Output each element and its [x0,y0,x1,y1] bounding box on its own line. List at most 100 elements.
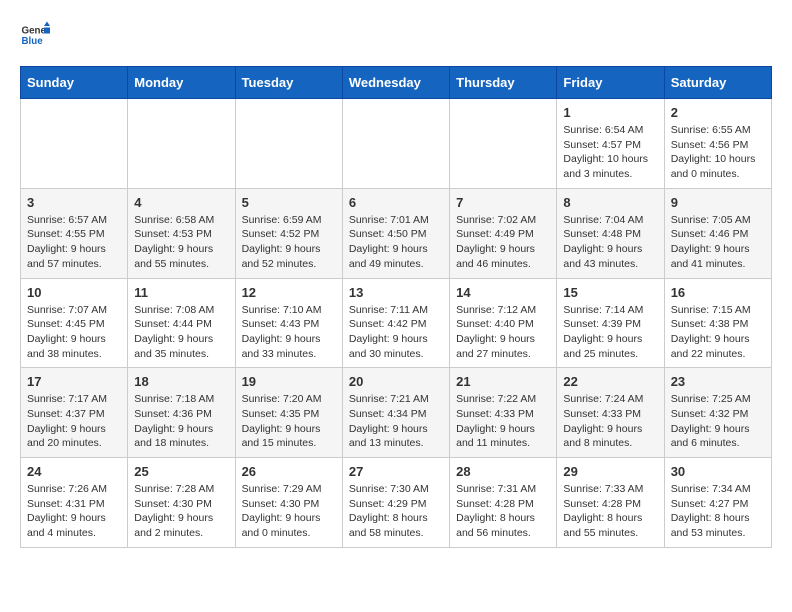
day-info: Sunrise: 6:59 AM Sunset: 4:52 PM Dayligh… [242,213,336,272]
day-info: Sunrise: 7:14 AM Sunset: 4:39 PM Dayligh… [563,303,657,362]
day-info: Sunrise: 7:12 AM Sunset: 4:40 PM Dayligh… [456,303,550,362]
day-number: 16 [671,285,765,300]
day-number: 29 [563,464,657,479]
day-info: Sunrise: 7:04 AM Sunset: 4:48 PM Dayligh… [563,213,657,272]
calendar-cell: 22 Sunrise: 7:24 AM Sunset: 4:33 PM Dayli… [557,368,664,458]
calendar-cell: 7 Sunrise: 7:02 AM Sunset: 4:49 PM Daylig… [450,188,557,278]
day-number: 14 [456,285,550,300]
day-info: Sunrise: 7:21 AM Sunset: 4:34 PM Dayligh… [349,392,443,451]
page-header: General Blue [20,20,772,50]
calendar-cell: 27 Sunrise: 7:30 AM Sunset: 4:29 PM Dayli… [342,458,449,548]
svg-text:Blue: Blue [22,36,44,47]
calendar-cell: 21 Sunrise: 7:22 AM Sunset: 4:33 PM Dayli… [450,368,557,458]
day-number: 15 [563,285,657,300]
calendar-cell: 2 Sunrise: 6:55 AM Sunset: 4:56 PM Daylig… [664,99,771,189]
calendar-cell: 30Sunrise: 7:34 AM Sunset: 4:27 PM Dayli… [664,458,771,548]
day-number: 19 [242,374,336,389]
day-number: 1 [563,105,657,120]
calendar-cell: 28 Sunrise: 7:31 AM Sunset: 4:28 PM Dayli… [450,458,557,548]
day-info: Sunrise: 7:10 AM Sunset: 4:43 PM Dayligh… [242,303,336,362]
day-number: 11 [134,285,228,300]
day-info: Sunrise: 7:24 AM Sunset: 4:33 PM Dayligh… [563,392,657,451]
day-info: Sunrise: 6:57 AM Sunset: 4:55 PM Dayligh… [27,213,121,272]
day-number: 8 [563,195,657,210]
calendar-cell [450,99,557,189]
day-info: Sunrise: 7:07 AM Sunset: 4:45 PM Dayligh… [27,303,121,362]
calendar-header-row: SundayMondayTuesdayWednesdayThursdayFrid… [21,67,772,99]
day-info: Sunrise: 7:15 AM Sunset: 4:38 PM Dayligh… [671,303,765,362]
calendar-cell: 17 Sunrise: 7:17 AM Sunset: 4:37 PM Dayli… [21,368,128,458]
day-info: Sunrise: 7:02 AM Sunset: 4:49 PM Dayligh… [456,213,550,272]
calendar-cell: 10 Sunrise: 7:07 AM Sunset: 4:45 PM Dayli… [21,278,128,368]
day-number: 22 [563,374,657,389]
day-info: Sunrise: 7:11 AM Sunset: 4:42 PM Dayligh… [349,303,443,362]
day-info: Sunrise: 7:31 AM Sunset: 4:28 PM Dayligh… [456,482,550,541]
day-number: 18 [134,374,228,389]
calendar-cell [342,99,449,189]
calendar-week-row: 10 Sunrise: 7:07 AM Sunset: 4:45 PM Dayli… [21,278,772,368]
calendar-cell: 12 Sunrise: 7:10 AM Sunset: 4:43 PM Dayli… [235,278,342,368]
day-number: 27 [349,464,443,479]
day-number: 6 [349,195,443,210]
day-info: Sunrise: 7:08 AM Sunset: 4:44 PM Dayligh… [134,303,228,362]
calendar-cell: 20 Sunrise: 7:21 AM Sunset: 4:34 PM Dayli… [342,368,449,458]
day-info: Sunrise: 7:01 AM Sunset: 4:50 PM Dayligh… [349,213,443,272]
day-number: 25 [134,464,228,479]
day-number: 4 [134,195,228,210]
calendar-week-row: 3 Sunrise: 6:57 AM Sunset: 4:55 PM Daylig… [21,188,772,278]
day-number: 2 [671,105,765,120]
calendar-cell: 6 Sunrise: 7:01 AM Sunset: 4:50 PM Daylig… [342,188,449,278]
calendar-cell: 29Sunrise: 7:33 AM Sunset: 4:28 PM Dayli… [557,458,664,548]
day-number: 17 [27,374,121,389]
calendar-cell: 18Sunrise: 7:18 AM Sunset: 4:36 PM Dayli… [128,368,235,458]
calendar-cell [21,99,128,189]
day-info: Sunrise: 7:22 AM Sunset: 4:33 PM Dayligh… [456,392,550,451]
calendar-week-row: 24 Sunrise: 7:26 AM Sunset: 4:31 PM Dayli… [21,458,772,548]
logo-icon: General Blue [20,20,50,50]
day-number: 26 [242,464,336,479]
calendar-cell: 13 Sunrise: 7:11 AM Sunset: 4:42 PM Dayli… [342,278,449,368]
day-number: 21 [456,374,550,389]
calendar-cell [235,99,342,189]
day-number: 23 [671,374,765,389]
day-number: 5 [242,195,336,210]
calendar-cell: 19Sunrise: 7:20 AM Sunset: 4:35 PM Dayli… [235,368,342,458]
day-info: Sunrise: 7:26 AM Sunset: 4:31 PM Dayligh… [27,482,121,541]
day-number: 3 [27,195,121,210]
day-number: 28 [456,464,550,479]
calendar-cell: 8 Sunrise: 7:04 AM Sunset: 4:48 PM Daylig… [557,188,664,278]
day-of-week-header: Wednesday [342,67,449,99]
day-number: 9 [671,195,765,210]
calendar-cell: 16 Sunrise: 7:15 AM Sunset: 4:38 PM Dayli… [664,278,771,368]
day-info: Sunrise: 7:30 AM Sunset: 4:29 PM Dayligh… [349,482,443,541]
day-info: Sunrise: 7:28 AM Sunset: 4:30 PM Dayligh… [134,482,228,541]
day-number: 24 [27,464,121,479]
day-info: Sunrise: 7:29 AM Sunset: 4:30 PM Dayligh… [242,482,336,541]
day-number: 12 [242,285,336,300]
calendar-cell: 3 Sunrise: 6:57 AM Sunset: 4:55 PM Daylig… [21,188,128,278]
day-info: Sunrise: 6:55 AM Sunset: 4:56 PM Dayligh… [671,123,765,182]
calendar-table: SundayMondayTuesdayWednesdayThursdayFrid… [20,66,772,548]
calendar-cell: 23 Sunrise: 7:25 AM Sunset: 4:32 PM Dayli… [664,368,771,458]
day-number: 30 [671,464,765,479]
calendar-cell: 11 Sunrise: 7:08 AM Sunset: 4:44 PM Dayli… [128,278,235,368]
day-number: 13 [349,285,443,300]
day-number: 7 [456,195,550,210]
calendar-week-row: 1Sunrise: 6:54 AM Sunset: 4:57 PM Daylig… [21,99,772,189]
calendar-cell: 24 Sunrise: 7:26 AM Sunset: 4:31 PM Dayli… [21,458,128,548]
day-number: 20 [349,374,443,389]
day-info: Sunrise: 7:17 AM Sunset: 4:37 PM Dayligh… [27,392,121,451]
day-info: Sunrise: 6:58 AM Sunset: 4:53 PM Dayligh… [134,213,228,272]
day-of-week-header: Thursday [450,67,557,99]
calendar-cell: 25 Sunrise: 7:28 AM Sunset: 4:30 PM Dayli… [128,458,235,548]
day-of-week-header: Saturday [664,67,771,99]
calendar-cell: 9Sunrise: 7:05 AM Sunset: 4:46 PM Daylig… [664,188,771,278]
logo: General Blue [20,20,50,50]
day-number: 10 [27,285,121,300]
calendar-cell: 26 Sunrise: 7:29 AM Sunset: 4:30 PM Dayli… [235,458,342,548]
calendar-cell: 4 Sunrise: 6:58 AM Sunset: 4:53 PM Daylig… [128,188,235,278]
day-info: Sunrise: 7:25 AM Sunset: 4:32 PM Dayligh… [671,392,765,451]
day-of-week-header: Sunday [21,67,128,99]
calendar-cell: 14 Sunrise: 7:12 AM Sunset: 4:40 PM Dayli… [450,278,557,368]
calendar-cell: 5 Sunrise: 6:59 AM Sunset: 4:52 PM Daylig… [235,188,342,278]
